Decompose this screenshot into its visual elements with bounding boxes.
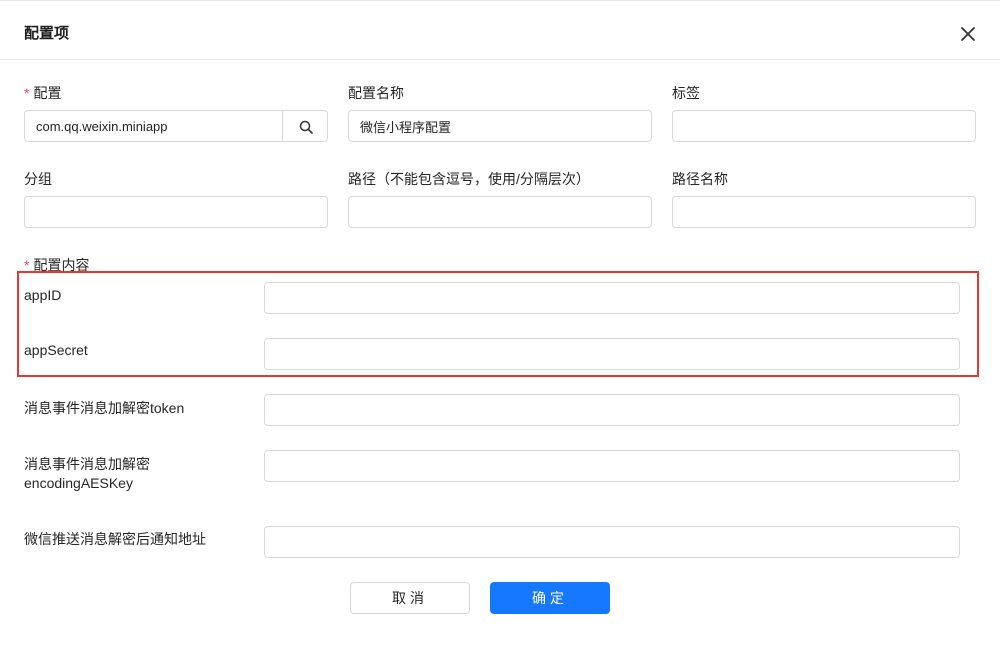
config-name-label: 配置名称 — [348, 85, 404, 101]
aes-key-label-line1: 消息事件消息加解密 — [24, 456, 150, 472]
config-name-input[interactable] — [348, 110, 652, 142]
tags-input[interactable] — [672, 110, 976, 142]
search-icon — [299, 120, 313, 134]
confirm-button[interactable]: 确定 — [490, 582, 610, 614]
close-button[interactable] — [956, 22, 980, 46]
group-input[interactable] — [24, 196, 328, 228]
path-input[interactable] — [348, 196, 652, 228]
tags-label: 标签 — [672, 85, 700, 101]
token-input[interactable] — [264, 394, 960, 426]
required-mark: * — [24, 257, 30, 273]
config-input[interactable] — [24, 110, 283, 142]
required-mark: * — [24, 85, 30, 101]
config-label: * 配置 — [24, 85, 62, 101]
notify-url-label: 微信推送消息解密后通知地址 — [24, 531, 206, 547]
app-id-label: appID — [24, 287, 62, 303]
config-search-button[interactable] — [282, 110, 328, 142]
path-name-label: 路径名称 — [672, 171, 728, 187]
path-name-input[interactable] — [672, 196, 976, 228]
app-secret-input[interactable] — [264, 338, 960, 370]
token-label: 消息事件消息加解密token — [24, 400, 185, 416]
dialog-header: 配置项 — [0, 4, 1000, 60]
dialog-title: 配置项 — [24, 25, 70, 42]
config-content-label: * 配置内容 — [24, 257, 90, 273]
cancel-button[interactable]: 取消 — [350, 582, 470, 614]
path-label: 路径（不能包含逗号，使用/分隔层次） — [348, 171, 590, 187]
notify-url-input[interactable] — [264, 526, 960, 558]
group-label: 分组 — [24, 171, 52, 187]
close-icon — [961, 27, 975, 41]
aes-key-input[interactable] — [264, 450, 960, 482]
app-secret-label: appSecret — [24, 342, 88, 358]
aes-key-label-line2: encodingAESKey — [24, 475, 133, 491]
app-id-input[interactable] — [264, 282, 960, 314]
